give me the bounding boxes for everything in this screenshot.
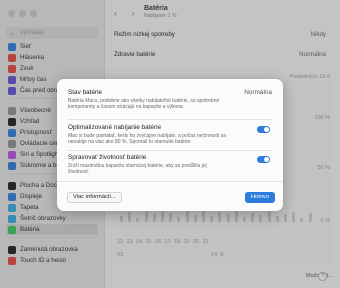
settings-window: ⌕ Vyhľadať Sieť Hlásenia Zvuk Mŕtvy čas Čas … [0, 0, 340, 288]
manage-longevity-row: Spravovať životnosť batérie Zníži maximá… [68, 154, 272, 176]
optimized-charging-toggle[interactable] [257, 126, 270, 133]
optimized-charging-desc: Mac si bude pamätať, kedy ho zvyčajne na… [68, 133, 227, 146]
battery-state-title: Stav batérie [68, 89, 103, 96]
battery-state-row: Stav batérie Normálna Batéria Macu, podo… [68, 89, 272, 111]
divider [68, 119, 272, 120]
manage-longevity-title: Spravovať životnosť batérie [68, 154, 147, 161]
battery-state-value: Normálna [244, 89, 272, 96]
battery-options-dialog: Stav batérie Normálna Batéria Macu, podo… [57, 79, 283, 211]
manage-longevity-toggle[interactable] [257, 156, 270, 163]
optimized-charging-title: Optimalizované nabíjanie batérie [68, 124, 162, 131]
done-button[interactable]: Hotovo [245, 192, 275, 203]
manage-longevity-desc: Zníži maximálnu kapacitu starnúcej batér… [68, 163, 207, 176]
battery-state-desc: Batéria Macu, podobne ako všetky nabíjat… [68, 98, 220, 111]
optimized-charging-row: Optimalizované nabíjanie batérie Mac si … [68, 124, 272, 146]
divider [57, 181, 283, 182]
divider [68, 150, 272, 151]
more-info-button[interactable]: Viac informácií... [67, 192, 122, 203]
